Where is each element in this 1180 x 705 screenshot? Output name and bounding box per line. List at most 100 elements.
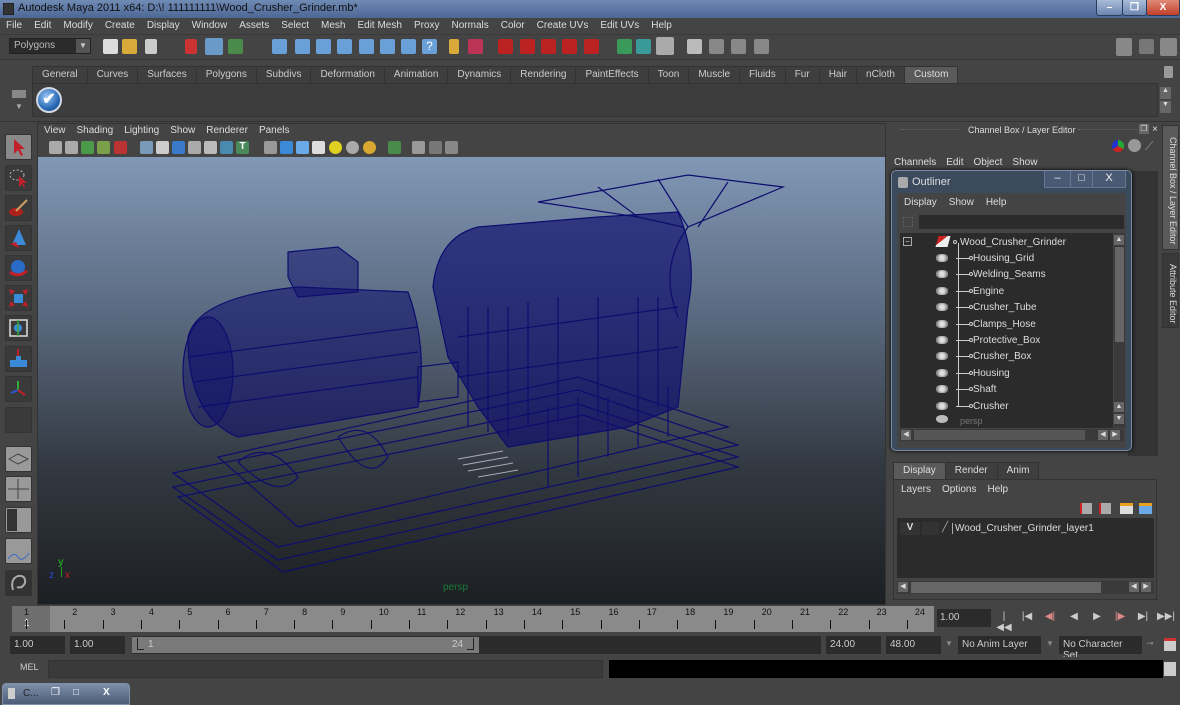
trash-icon[interactable] xyxy=(1164,66,1173,78)
collapse-icon[interactable]: − xyxy=(903,237,912,246)
drag-handle[interactable] xyxy=(900,129,960,131)
snap-grid-icon[interactable] xyxy=(272,39,287,54)
outliner-search-input[interactable] xyxy=(919,215,1124,229)
new-empty-layer-icon[interactable] xyxy=(1120,503,1133,514)
select-component-icon[interactable] xyxy=(228,39,243,54)
graph-persp-layout-button[interactable] xyxy=(5,538,32,564)
outliner-horizontal-scrollbar[interactable]: ◀ ◀ ▶ xyxy=(900,429,1124,441)
image-plane-icon[interactable] xyxy=(97,141,110,154)
scroll-right-icon[interactable]: ▶ xyxy=(1141,582,1151,592)
show-manipulator-button[interactable] xyxy=(5,376,32,402)
shadows-icon[interactable] xyxy=(363,141,376,154)
single-perspective-layout-button[interactable] xyxy=(5,446,32,472)
current-frame-indicator[interactable] xyxy=(12,606,50,632)
shelf-tab-deformation[interactable]: Deformation xyxy=(310,66,385,83)
vp-menu-shading[interactable]: Shading xyxy=(71,124,119,136)
menu-create-uvs[interactable]: Create UVs xyxy=(531,18,595,31)
vp-menu-lighting[interactable]: Lighting xyxy=(118,124,164,136)
vp-menu-view[interactable]: View xyxy=(38,124,71,136)
script-editor-icon[interactable] xyxy=(1164,662,1176,676)
output-ops-icon[interactable] xyxy=(401,39,416,54)
current-time-field[interactable]: 1.00 xyxy=(937,609,991,627)
layer-menu-layers[interactable]: Layers xyxy=(894,483,935,495)
field-chart-icon[interactable] xyxy=(204,141,217,154)
two-d-pan-zoom-icon[interactable] xyxy=(114,141,127,154)
menu-assets[interactable]: Assets xyxy=(233,18,275,31)
side-tab-channel-box[interactable]: Channel Box / Layer Editor xyxy=(1162,125,1179,250)
layer-tab-render[interactable]: Render xyxy=(944,462,998,479)
menu-modify[interactable]: Modify xyxy=(57,18,98,31)
play-backward-button[interactable]: ◀ xyxy=(1066,611,1082,625)
layer-horizontal-scrollbar[interactable]: ◀ ◀ ▶ xyxy=(897,581,1154,594)
scale-tool-button[interactable] xyxy=(5,285,32,311)
menu-normals[interactable]: Normals xyxy=(446,18,495,31)
rename-icon[interactable] xyxy=(636,39,651,54)
menu-color[interactable]: Color xyxy=(495,18,531,31)
vp-menu-show[interactable]: Show xyxy=(164,124,200,136)
snap-curve-icon[interactable] xyxy=(295,39,310,54)
all-lights-icon[interactable] xyxy=(346,141,359,154)
shelf-tab-polygons[interactable]: Polygons xyxy=(195,66,257,83)
animation-end-field[interactable]: 48.00 xyxy=(886,636,941,654)
outliner-root-row[interactable]: − Wood_Crusher_Grinder xyxy=(900,234,1113,250)
shelf-menu-icon[interactable] xyxy=(12,90,26,98)
safe-action-icon[interactable] xyxy=(220,141,233,154)
clapper-4-icon[interactable] xyxy=(754,39,769,54)
ipr-render-icon[interactable] xyxy=(520,39,535,54)
layer-tab-anim[interactable]: Anim xyxy=(996,462,1040,479)
drag-handle-2[interactable] xyxy=(1078,129,1138,131)
animation-start-field[interactable]: 1.00 xyxy=(10,636,65,654)
move-layer-up-icon[interactable] xyxy=(1080,503,1092,514)
smooth-shade-icon[interactable] xyxy=(280,141,293,154)
shelf-tab-ncloth[interactable]: nCloth xyxy=(856,66,905,83)
playback-start-field[interactable]: 1.00 xyxy=(70,636,125,654)
tool-settings-icon[interactable] xyxy=(1139,39,1154,54)
vp-menu-panels[interactable]: Panels xyxy=(253,124,295,136)
play-forward-button[interactable]: ▶ xyxy=(1089,611,1105,625)
snap-view-plane-icon[interactable] xyxy=(337,39,352,54)
shelf-tab-toon[interactable]: Toon xyxy=(647,66,690,83)
search-options-icon[interactable] xyxy=(903,217,913,227)
select-tool-button[interactable] xyxy=(5,134,32,160)
scroll-up-icon[interactable]: ▲ xyxy=(1114,235,1124,245)
outliner-item[interactable]: Housing xyxy=(900,365,1113,381)
character-set-field[interactable]: No Character Set xyxy=(1059,636,1142,661)
snap-point-icon[interactable] xyxy=(316,39,331,54)
lock-icon[interactable] xyxy=(449,39,459,54)
menu-proxy[interactable]: Proxy xyxy=(408,18,446,31)
outliner-maximize-button[interactable]: □ xyxy=(1070,171,1093,188)
share-icon[interactable] xyxy=(445,141,458,154)
outliner-item[interactable]: Engine xyxy=(900,283,1113,299)
anim-layer-field[interactable]: No Anim Layer xyxy=(958,636,1041,654)
outliner-item[interactable]: Protective_Box xyxy=(900,332,1113,348)
xray-icon[interactable] xyxy=(412,141,425,154)
display-toggle-icon[interactable] xyxy=(1128,139,1141,152)
select-object-icon[interactable] xyxy=(205,38,223,55)
float-icon[interactable]: ❐ xyxy=(1139,124,1149,134)
close-button[interactable]: X xyxy=(1146,0,1180,16)
outliner-item[interactable]: Shaft xyxy=(900,381,1113,397)
menu-display[interactable]: Display xyxy=(141,18,186,31)
scroll-left-icon[interactable]: ◀ xyxy=(898,582,908,592)
scroll-thumb[interactable] xyxy=(911,582,1101,593)
shelf-scroll-down-icon[interactable]: ▼ xyxy=(1160,101,1171,113)
save-scene-icon[interactable] xyxy=(145,39,157,54)
side-tab-attribute-editor[interactable]: Attribute Editor xyxy=(1162,253,1179,328)
shelf-tab-curves[interactable]: Curves xyxy=(86,66,139,83)
menu-mesh[interactable]: Mesh xyxy=(315,18,351,31)
shelf-tab-fur[interactable]: Fur xyxy=(784,66,820,83)
menu-set-dropdown[interactable]: Polygons ▼ xyxy=(9,38,91,54)
new-scene-icon[interactable] xyxy=(103,39,118,54)
shelf-tab-custom[interactable]: Custom xyxy=(903,66,959,83)
move-layer-down-icon[interactable] xyxy=(1099,503,1111,514)
time-slider-track[interactable]: 1 12345678910111213141516171819202122232… xyxy=(12,606,934,632)
xray-joints-icon[interactable] xyxy=(429,141,442,154)
paint-select-tool-button[interactable] xyxy=(5,195,32,221)
menu-select[interactable]: Select xyxy=(275,18,315,31)
range-slider-fill[interactable]: 1 24 xyxy=(132,637,479,653)
scroll-left-icon-2[interactable]: ◀ xyxy=(1098,430,1108,440)
help-icon[interactable]: ? xyxy=(422,39,437,54)
select-hierarchy-icon[interactable] xyxy=(185,39,197,54)
four-view-layout-button[interactable] xyxy=(5,476,32,502)
layer-row[interactable]: V ╱ Wood_Crusher_Grinder_layer1 xyxy=(897,522,1154,536)
